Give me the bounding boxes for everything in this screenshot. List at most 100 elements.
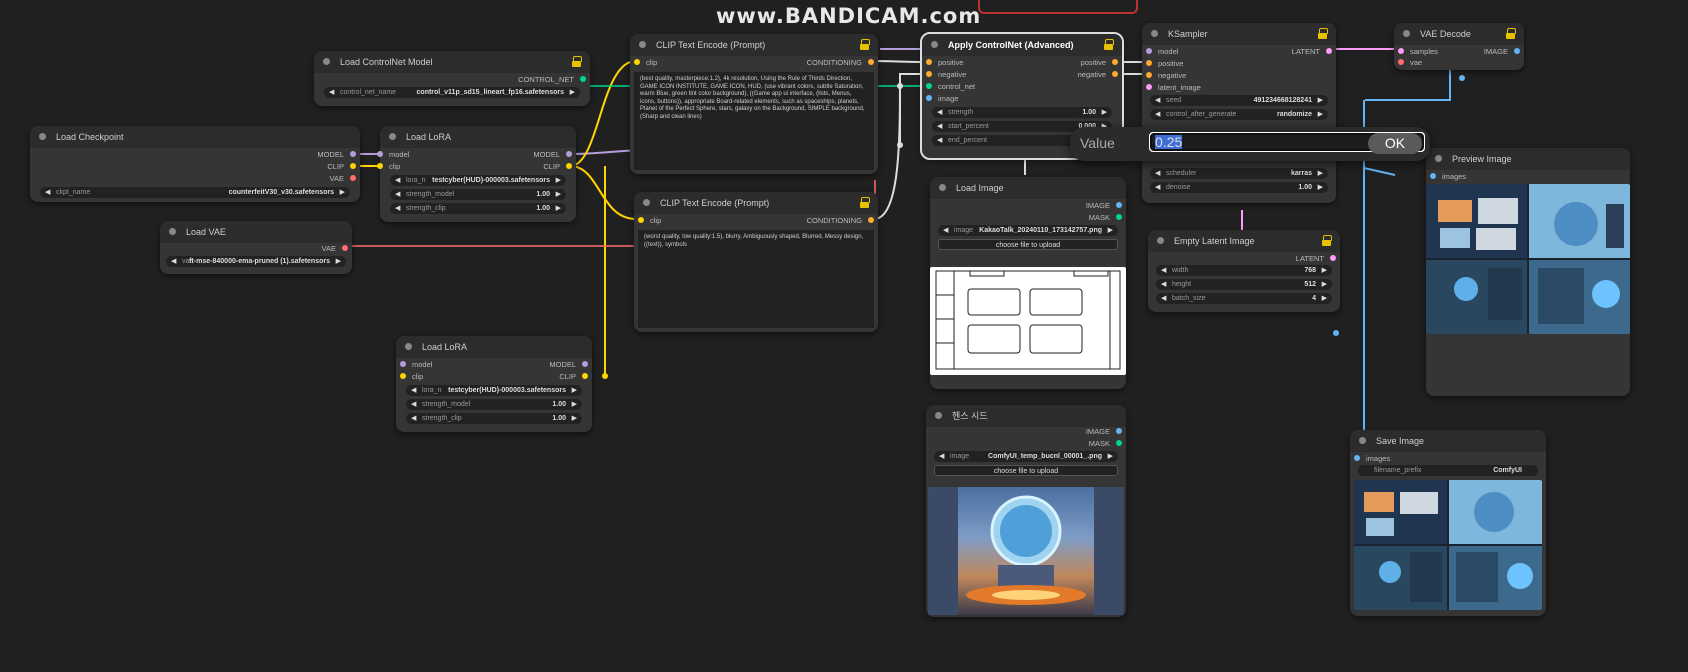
input-control-net[interactable]: control_net [926, 82, 975, 91]
widget-height[interactable]: ◀ height 512 ▶ [1156, 279, 1332, 290]
input-vae[interactable]: vae [1398, 58, 1422, 67]
input-negative[interactable]: negative [926, 70, 966, 79]
lock-icon[interactable] [572, 56, 582, 67]
widget-strength[interactable]: ◀ strength 1.00 ▶ [932, 107, 1112, 118]
prompt-textarea[interactable]: (best quality, masterpiece:1.2), 4k reso… [634, 72, 874, 170]
output-vae[interactable]: VAE [330, 174, 356, 183]
widget-lora-name[interactable]: ◀ lora_n testcyber(HUD)-000003.safetensors… [390, 175, 566, 186]
node-load-controlnet[interactable]: Load ControlNet Model CONTROL_NET ◀ contr… [314, 51, 590, 106]
widget-strength-clip[interactable]: ◀ strength_clip 1.00 ▶ [390, 203, 566, 214]
node-title[interactable]: Load LoRA [396, 336, 592, 358]
node-vae-decode[interactable]: VAE Decode samples vae IMAGE [1394, 23, 1524, 70]
widget-strength-clip[interactable]: ◀ strength_clip 1.00 ▶ [406, 413, 582, 424]
lock-icon[interactable] [860, 39, 870, 50]
lock-icon[interactable] [1318, 28, 1328, 39]
node-save-image[interactable]: Save Image images filename_prefix ComfyUI [1350, 430, 1546, 616]
widget-control-net-name[interactable]: ◀ control_net_name control_v11p_sd15_linea… [324, 87, 580, 98]
node-title[interactable]: Preview Image [1426, 148, 1630, 170]
value-prompt-dialog[interactable]: Value OK [1070, 127, 1430, 161]
input-model[interactable]: model [377, 150, 409, 159]
output-model[interactable]: MODEL [317, 150, 356, 159]
lock-icon[interactable] [1506, 28, 1516, 39]
node-clip-text-encode-negative[interactable]: CLIP Text Encode (Prompt) clip CONDITION… [634, 192, 878, 332]
output-latent[interactable]: LATENT [1292, 47, 1332, 56]
output-clip[interactable]: CLIP [559, 372, 588, 381]
input-images[interactable]: images [1354, 454, 1390, 463]
node-load-vae[interactable]: Load VAE VAE ◀ vae ft-mse-840000-ema-prune… [160, 221, 352, 274]
node-title[interactable]: 헨스 시드 [926, 405, 1126, 427]
input-positive[interactable]: positive [1146, 59, 1183, 68]
node-empty-latent-image[interactable]: Empty Latent Image LATENT ◀ width 768 ▶ ◀ he… [1148, 230, 1340, 312]
output-latent[interactable]: LATENT [1296, 254, 1336, 263]
node-title[interactable]: Empty Latent Image [1148, 230, 1340, 252]
input-model[interactable]: model [400, 360, 432, 369]
node-title[interactable]: CLIP Text Encode (Prompt) [634, 192, 878, 214]
node-title[interactable]: KSampler [1142, 23, 1336, 45]
input-samples[interactable]: samples [1398, 47, 1438, 56]
node-load-lora-2[interactable]: Load LoRA model clip MODEL CLIP ◀ lora_n t… [396, 336, 592, 432]
input-clip[interactable]: clip [377, 162, 400, 171]
ok-button[interactable]: OK [1368, 133, 1422, 154]
node-ksampler[interactable]: KSampler model positive negative latent_… [1142, 23, 1336, 203]
input-clip[interactable]: clip [634, 58, 657, 67]
node-title[interactable]: Save Image [1350, 430, 1546, 452]
output-positive[interactable]: positive [1081, 58, 1118, 67]
node-load-checkpoint[interactable]: Load Checkpoint MODEL CLIP VAE ◀ ckpt_nam… [30, 126, 360, 202]
widget-control-after-generate[interactable]: ◀ control_after_generate randomize ▶ [1150, 109, 1328, 120]
input-positive[interactable]: positive [926, 58, 963, 67]
choose-file-button[interactable]: choose file to upload [938, 239, 1118, 250]
node-clip-text-encode-positive[interactable]: CLIP Text Encode (Prompt) clip CONDITION… [630, 34, 878, 174]
input-clip[interactable]: clip [638, 216, 661, 225]
widget-strength-model[interactable]: ◀ strength_model 1.00 ▶ [390, 189, 566, 200]
output-mask[interactable]: MASK [1089, 439, 1122, 448]
widget-scheduler[interactable]: ◀ scheduler karras ▶ [1150, 168, 1328, 179]
output-negative[interactable]: negative [1078, 70, 1118, 79]
output-control-net[interactable]: CONTROL_NET [518, 75, 586, 84]
widget-ckpt-name[interactable]: ◀ ckpt_name counterfeitV30_v30.safetensors… [40, 187, 350, 198]
node-load-lora[interactable]: Load LoRA model clip MODEL CLIP ◀ lora_n t… [377, 126, 576, 222]
node-title[interactable]: CLIP Text Encode (Prompt) [630, 34, 878, 56]
input-negative[interactable]: negative [1146, 71, 1186, 80]
node-preview-image[interactable]: Preview Image images [1426, 148, 1630, 396]
output-vae[interactable]: VAE [322, 244, 348, 253]
widget-denoise[interactable]: ◀ denoise 1.00 ▶ [1150, 182, 1328, 193]
node-title[interactable]: Load Checkpoint [30, 126, 360, 148]
output-clip[interactable]: CLIP [327, 162, 356, 171]
widget-batch-size[interactable]: ◀ batch_size 4 ▶ [1156, 293, 1332, 304]
input-latent-image[interactable]: latent_image [1146, 83, 1201, 92]
lock-icon[interactable] [1322, 235, 1332, 246]
widget-vae-name[interactable]: ◀ vae ft-mse-840000-ema-pruned (1).safeten… [166, 256, 346, 267]
widget-filename-prefix[interactable]: filename_prefix ComfyUI [1358, 465, 1538, 476]
output-mask[interactable]: MASK [1089, 213, 1122, 222]
node-title[interactable]: VAE Decode [1394, 23, 1524, 45]
node-title[interactable]: Load Image [930, 177, 1126, 199]
output-conditioning[interactable]: CONDITIONING [807, 58, 874, 67]
widget-strength-model[interactable]: ◀ strength_model 1.00 ▶ [406, 399, 582, 410]
output-conditioning[interactable]: CONDITIONING [807, 216, 874, 225]
widget-seed[interactable]: ◀ seed 491234668128241 ▶ [1150, 95, 1328, 106]
widget-image-file[interactable]: ◀ image ComfyUI_temp_bucnl_00001_.png ▶ [934, 451, 1118, 462]
node-title[interactable]: Load ControlNet Model [314, 51, 590, 73]
output-image[interactable]: IMAGE [1086, 201, 1122, 210]
lock-icon[interactable] [860, 197, 870, 208]
output-model[interactable]: MODEL [549, 360, 588, 369]
choose-file-button[interactable]: choose file to upload [934, 465, 1118, 476]
output-image[interactable]: IMAGE [1484, 47, 1520, 56]
node-title[interactable]: Load VAE [160, 221, 352, 243]
lock-icon[interactable] [1104, 39, 1114, 50]
input-image[interactable]: image [926, 94, 958, 103]
widget-lora-name[interactable]: ◀ lora_n testcyber(HUD)-000003.safetensors… [406, 385, 582, 396]
node-load-image-2[interactable]: 헨스 시드 IMAGE MASK ◀ image ComfyUI_temp_bucn… [926, 405, 1126, 617]
input-model[interactable]: model [1146, 47, 1178, 56]
node-title[interactable]: Load LoRA [380, 126, 576, 148]
output-clip[interactable]: CLIP [543, 162, 572, 171]
input-images[interactable]: images [1430, 172, 1466, 181]
negative-prompt-textarea[interactable]: (worst quality, low quality:1.5), blurry… [638, 230, 874, 328]
node-title[interactable]: Apply ControlNet (Advanced) [922, 34, 1122, 56]
output-model[interactable]: MODEL [533, 150, 572, 159]
widget-width[interactable]: ◀ width 768 ▶ [1156, 265, 1332, 276]
output-image[interactable]: IMAGE [1086, 427, 1122, 436]
widget-image-file[interactable]: ◀ image KakaoTalk_20240110_173142757.png ▶ [938, 225, 1118, 236]
node-load-image[interactable]: Load Image IMAGE MASK ◀ image KakaoTalk_20… [930, 177, 1126, 389]
input-clip[interactable]: clip [400, 372, 423, 381]
